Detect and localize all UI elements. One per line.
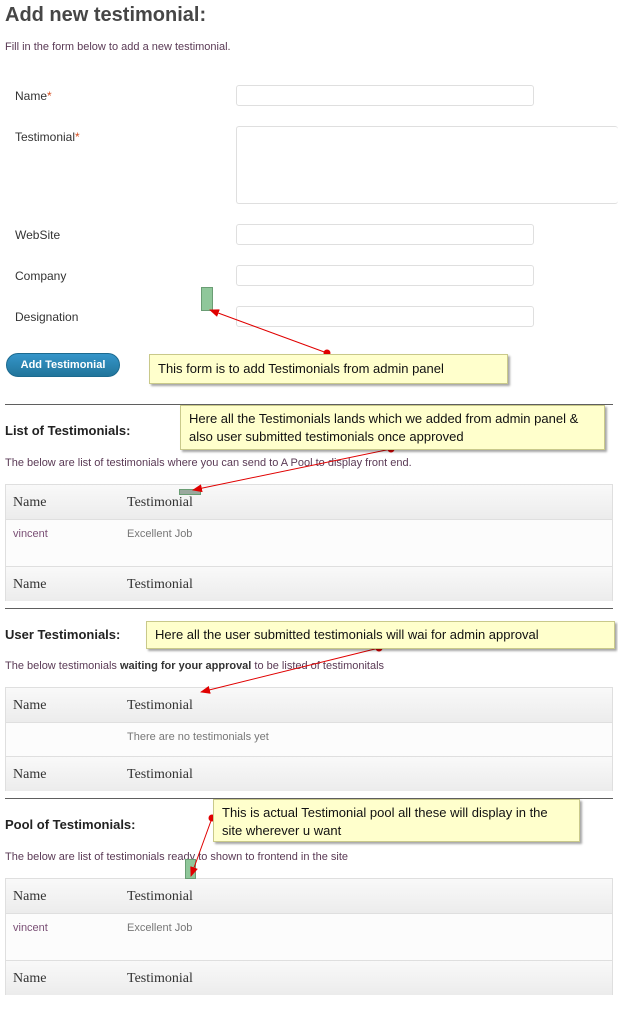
row-name: vincent — [13, 528, 48, 540]
user-testimonials-table: Name Testimonial There are no testimonia… — [5, 687, 613, 791]
company-input[interactable] — [236, 265, 534, 286]
table-header: Name Testimonial — [6, 688, 612, 723]
designation-label: Designation — [15, 310, 79, 324]
pool-section-description: The below are list of testimonials ready… — [5, 851, 349, 863]
column-header-testimonial: Testimonial — [127, 698, 193, 713]
annotation-marker — [179, 489, 201, 495]
column-footer-testimonial: Testimonial — [127, 577, 193, 592]
table-footer: Name Testimonial — [6, 566, 612, 601]
website-label: WebSite — [15, 228, 61, 242]
testimonial-label: Testimonial* — [15, 130, 80, 144]
row-name: vincent — [13, 922, 48, 934]
section-divider — [5, 608, 613, 609]
user-section-description: The below testimonials waiting for your … — [5, 660, 385, 672]
annotation-note-list: Here all the Testimonials lands which we… — [180, 405, 605, 450]
website-input[interactable] — [236, 224, 534, 245]
list-testimonials-table: Name Testimonial vincent Excellent Job N… — [5, 484, 613, 601]
pool-testimonials-table: Name Testimonial vincent Excellent Job N… — [5, 878, 613, 995]
table-header: Name Testimonial — [6, 485, 612, 520]
annotation-note-form: This form is to add Testimonials from ad… — [149, 354, 508, 384]
column-header-testimonial: Testimonial — [127, 889, 193, 904]
page-title: Add new testimonial: — [5, 4, 207, 26]
column-header-name: Name — [13, 698, 47, 713]
column-footer-name: Name — [13, 577, 47, 592]
table-header: Name Testimonial — [6, 879, 612, 914]
column-footer-testimonial: Testimonial — [127, 767, 193, 782]
column-footer-name: Name — [13, 767, 47, 782]
table-row[interactable]: vincent Excellent Job — [6, 914, 612, 960]
list-section-title: List of Testimonials: — [5, 423, 131, 438]
table-row[interactable]: vincent Excellent Job — [6, 520, 612, 566]
name-label: Name* — [15, 89, 52, 103]
table-footer: Name Testimonial — [6, 756, 612, 791]
column-header-name: Name — [13, 889, 47, 904]
column-footer-testimonial: Testimonial — [127, 971, 193, 986]
row-testimonial: Excellent Job — [127, 922, 193, 934]
user-section-title: User Testimonials: — [5, 627, 121, 642]
row-testimonial: Excellent Job — [127, 528, 193, 540]
annotation-marker — [185, 859, 196, 879]
designation-input[interactable] — [236, 306, 534, 327]
column-footer-name: Name — [13, 971, 47, 986]
name-input[interactable] — [236, 85, 534, 106]
form-intro: Fill in the form below to add a new test… — [5, 41, 231, 53]
empty-row: There are no testimonials yet — [6, 723, 612, 756]
empty-message: There are no testimonials yet — [127, 731, 269, 743]
pool-section-title: Pool of Testimonials: — [5, 817, 136, 832]
company-label: Company — [15, 269, 67, 283]
column-header-name: Name — [13, 495, 47, 510]
column-header-testimonial: Testimonial — [127, 495, 193, 510]
annotation-note-pool: This is actual Testimonial pool all thes… — [213, 799, 580, 842]
list-section-description: The below are list of testimonials where… — [5, 457, 412, 469]
annotation-marker — [201, 287, 213, 311]
testimonial-textarea[interactable] — [236, 126, 618, 204]
annotation-note-user: Here all the user submitted testimonials… — [146, 621, 615, 649]
add-testimonial-button[interactable]: Add Testimonial — [6, 353, 120, 377]
table-footer: Name Testimonial — [6, 960, 612, 995]
